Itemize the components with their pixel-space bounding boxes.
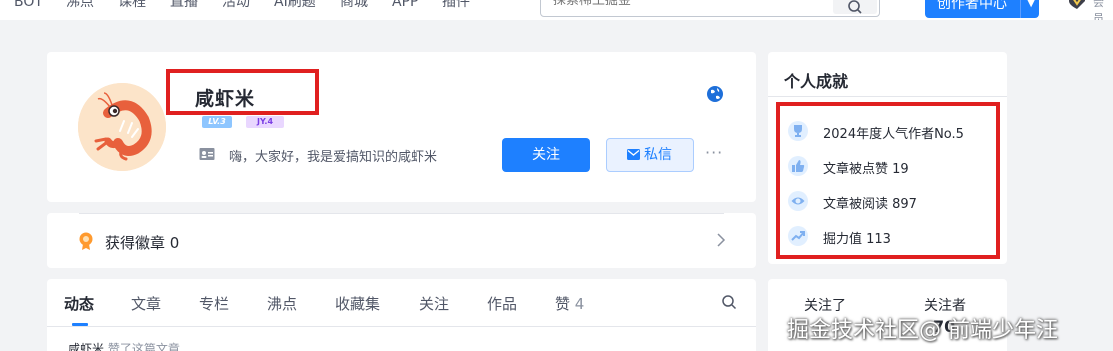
- more-options-icon[interactable]: ···: [705, 143, 723, 162]
- divider: [768, 96, 1007, 97]
- creator-center-label: 创作者中心: [937, 0, 1007, 12]
- user-name: 咸虾米: [195, 88, 256, 110]
- badges-count-label: 获得徽章 0: [105, 234, 180, 252]
- profile-card: 咸虾米 LV.3 JY.4 嗨，大家好，我是爱搞知识的咸虾米 关注 私信 ···: [47, 52, 756, 202]
- search-icon: [848, 0, 862, 14]
- eye-icon: [788, 191, 808, 211]
- avatar[interactable]: [78, 83, 166, 171]
- tab-articles[interactable]: 文章: [131, 293, 161, 314]
- chevron-down-icon[interactable]: ▼: [1027, 0, 1035, 18]
- tab-likes-count: 4: [574, 295, 585, 313]
- medal-icon: [79, 232, 93, 250]
- search-box[interactable]: [540, 0, 880, 17]
- feed-item-header: 咸虾米 赞了这篇文章: [68, 340, 180, 351]
- divider: [79, 213, 724, 214]
- shrimp-avatar-image: [78, 83, 166, 171]
- tab-likes[interactable]: 赞 4: [555, 293, 584, 314]
- trend-icon: [788, 226, 808, 246]
- level-badge[interactable]: LV.3: [202, 116, 232, 128]
- achievement-text: 掘力值 113: [823, 232, 891, 247]
- chevron-right-icon[interactable]: [716, 232, 726, 248]
- achievement-text: 文章被点赞 19: [823, 162, 909, 177]
- achievements-title: 个人成就: [784, 72, 849, 91]
- search-icon[interactable]: [721, 294, 737, 310]
- trophy-icon: [788, 121, 808, 141]
- creator-center-button[interactable]: 创作者中心 ▼: [925, 0, 1039, 18]
- badges-card[interactable]: 获得徽章 0: [47, 213, 756, 268]
- feed-author-name[interactable]: 咸虾米: [68, 342, 104, 351]
- tab-following[interactable]: 关注: [419, 293, 449, 314]
- tab-works[interactable]: 作品: [487, 293, 517, 314]
- tab-columns[interactable]: 专栏: [199, 293, 229, 314]
- tab-activity[interactable]: 动态: [64, 293, 94, 314]
- nav-item-courses[interactable]: 课程: [118, 0, 146, 12]
- vip-label[interactable]: 会员: [1093, 0, 1113, 20]
- search-button[interactable]: [833, 0, 877, 14]
- nav-item-live[interactable]: 直播: [170, 0, 198, 12]
- globe-icon[interactable]: [706, 85, 724, 103]
- message-button[interactable]: 私信: [606, 138, 694, 172]
- tab-pins[interactable]: 沸点: [267, 293, 297, 314]
- nav-item-events[interactable]: 活动: [222, 0, 250, 12]
- nav-item-ai-quiz[interactable]: AI刷题: [274, 0, 316, 12]
- tab-likes-label: 赞: [555, 295, 571, 313]
- vip-icon[interactable]: [1067, 0, 1087, 9]
- follow-button[interactable]: 关注: [502, 138, 590, 172]
- mail-icon: [627, 149, 640, 160]
- top-navigation: BOT 沸点 课程 直播 活动 AI刷题 商城 APP 插件 创作者中心 ▼ 会…: [0, 0, 1113, 20]
- achievement-text: 文章被阅读 897: [823, 197, 917, 212]
- nav-item-pins[interactable]: 沸点: [66, 0, 94, 12]
- jy-badge[interactable]: JY.4: [246, 116, 284, 128]
- watermark-text: 掘金技术社区@ 前端少年汪: [787, 318, 1058, 343]
- nav-item-app[interactable]: APP: [392, 0, 418, 12]
- achievement-text: 2024年度人气作者No.5: [823, 127, 964, 142]
- search-input[interactable]: [553, 0, 833, 8]
- nav-item-plugins[interactable]: 插件: [442, 0, 470, 12]
- button-divider: [1020, 0, 1021, 18]
- message-button-label: 私信: [644, 147, 672, 163]
- content-tabs-card: 动态 文章 专栏 沸点 收藏集 关注 作品 赞 4 咸虾米 赞了这篇文章: [47, 279, 756, 351]
- achievements-card: 个人成就 2024年度人气作者No.5 文章被点赞 19 文章被阅读 897 掘…: [768, 52, 1007, 264]
- id-card-icon: [199, 148, 215, 160]
- tab-collections[interactable]: 收藏集: [335, 293, 380, 314]
- nav-item-mall[interactable]: 商城: [340, 0, 368, 12]
- divider: [47, 326, 756, 327]
- thumbs-up-icon: [788, 156, 808, 176]
- nav-item-bot[interactable]: BOT: [14, 0, 43, 12]
- user-bio: 嗨，大家好，我是爱搞知识的咸虾米: [229, 150, 438, 165]
- feed-action-text: 赞了这篇文章: [107, 342, 180, 351]
